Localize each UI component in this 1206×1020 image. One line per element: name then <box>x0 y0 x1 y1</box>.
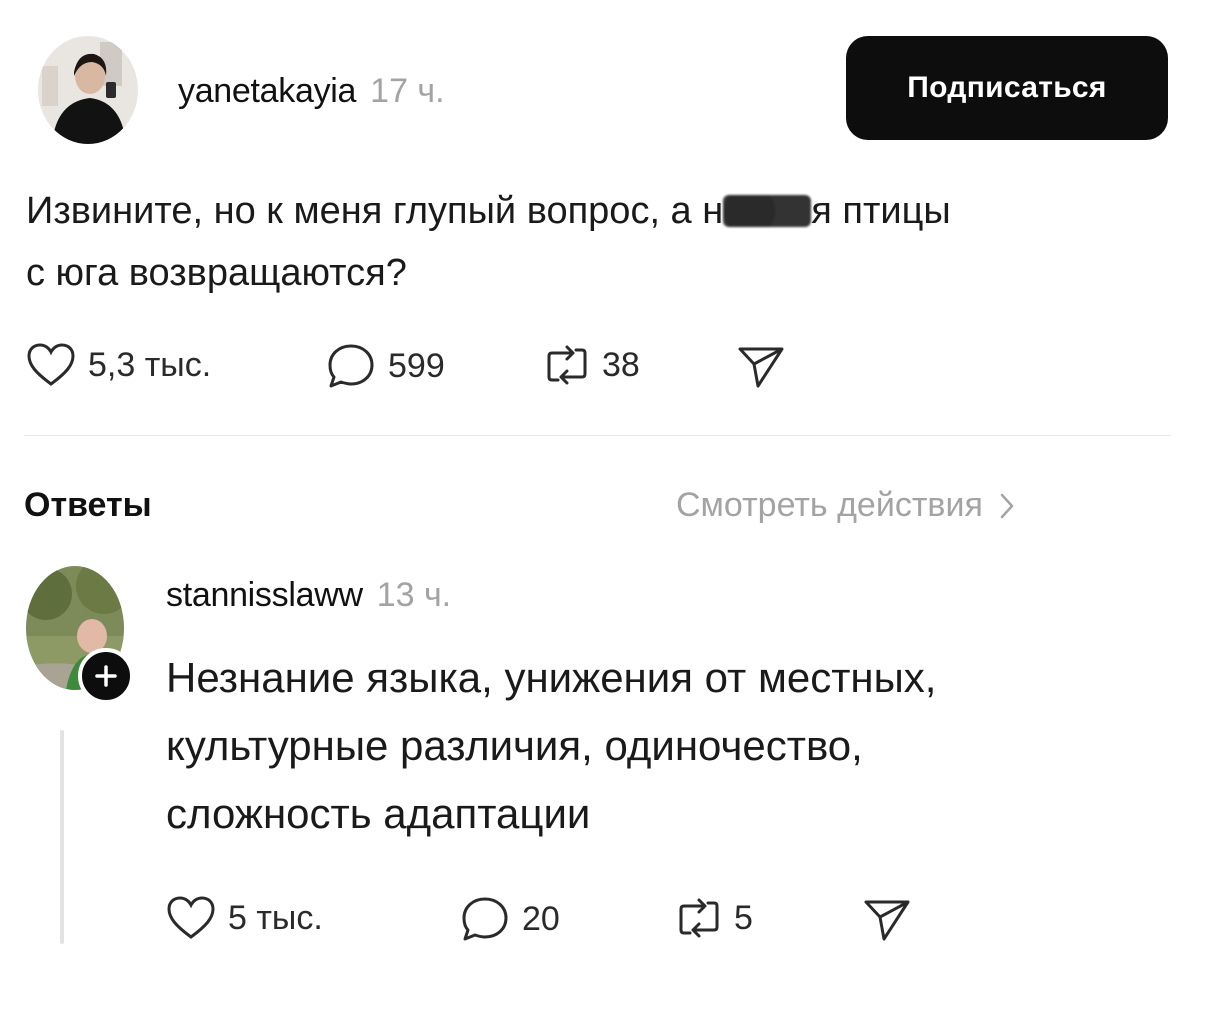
reply-comment-count: 20 <box>522 899 560 938</box>
post-text-line-1-start: Извините, но к меня глупый вопрос, а н <box>26 190 724 232</box>
repost-icon <box>547 345 587 385</box>
reply-repost-count: 5 <box>734 898 753 937</box>
censored-word-blot <box>723 195 812 227</box>
reply-username[interactable]: stannisslaww <box>166 576 363 615</box>
post-author-avatar[interactable] <box>38 36 138 144</box>
reply-comment-button[interactable]: 20 <box>460 895 560 943</box>
comment-bubble-icon <box>328 344 374 388</box>
reply-repost-button[interactable]: 5 <box>676 895 753 941</box>
plus-icon <box>95 665 117 687</box>
view-actions-label: Смотреть действия <box>676 486 983 524</box>
chevron-right-icon <box>1000 493 1014 518</box>
replies-heading: Ответы <box>24 486 152 524</box>
post-comment-count: 599 <box>388 346 445 385</box>
follow-button[interactable]: Подписаться <box>846 36 1168 140</box>
post-text-line-2: с юга возвращаются? <box>26 252 407 294</box>
post-username[interactable]: yanetakayia <box>178 72 356 111</box>
post-text-line-1-end: я птицы <box>811 190 951 232</box>
reply-text-line-3: сложность адаптации <box>166 790 591 837</box>
post-text: Извините, но к меня глупый вопрос, а н я … <box>26 180 1176 304</box>
section-divider <box>24 435 1170 436</box>
reply-text-line-2: культурные различия, одиночество, <box>166 722 863 769</box>
repost-icon <box>679 898 719 938</box>
post-like-button[interactable]: 5,3 тыс. <box>26 342 211 388</box>
comment-bubble-icon <box>462 897 508 941</box>
heart-icon <box>167 896 215 939</box>
follow-reply-author-button[interactable] <box>78 648 134 704</box>
reply-text: Незнание языка, унижения от местных, кул… <box>166 644 1176 848</box>
post-text-line-1: Извините, но к меня глупый вопрос, а н я … <box>26 180 1176 242</box>
reply-timestamp: 13 ч. <box>376 576 452 614</box>
post-comment-button[interactable]: 599 <box>326 342 445 390</box>
view-actions-link[interactable]: Смотреть действия <box>676 486 1015 525</box>
reply-like-count: 5 тыс. <box>228 898 323 937</box>
thread-connector-line <box>60 730 64 944</box>
post-repost-count: 38 <box>602 345 640 384</box>
reply-like-button[interactable]: 5 тыс. <box>166 895 323 941</box>
post-timestamp: 17 ч. <box>370 72 445 110</box>
send-icon <box>864 900 910 941</box>
reply-text-line-1: Незнание языка, унижения от местных, <box>166 654 937 701</box>
heart-icon <box>27 343 75 386</box>
post-like-count: 5,3 тыс. <box>88 345 212 384</box>
reply-share-button[interactable] <box>862 897 924 943</box>
send-icon <box>738 347 784 388</box>
post-repost-button[interactable]: 38 <box>544 342 640 388</box>
post-share-button[interactable] <box>736 344 798 390</box>
